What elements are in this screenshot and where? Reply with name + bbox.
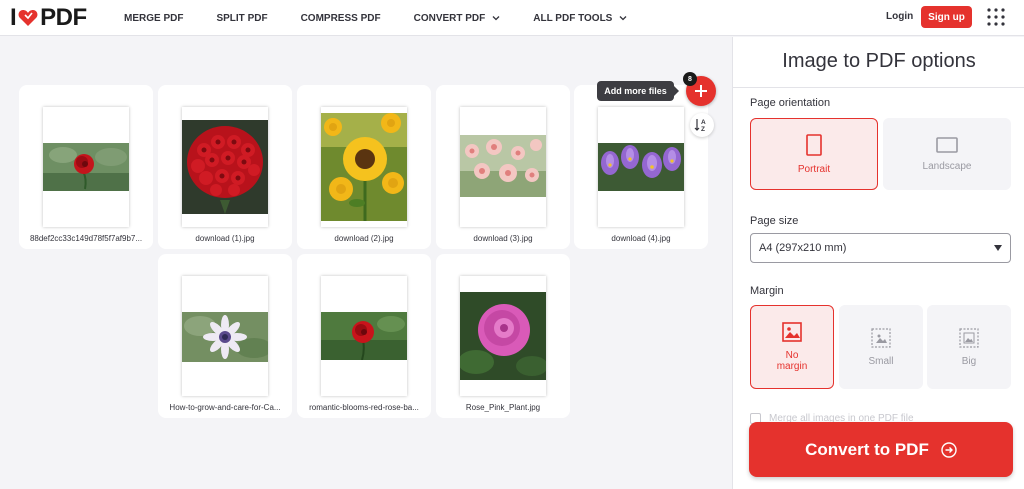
page-preview [321, 107, 407, 227]
sort-az-icon: A Z [694, 119, 706, 133]
heart-icon [18, 10, 38, 26]
file-card[interactable]: How-to-grow-and-care-for-Ca... [158, 254, 292, 418]
plus-icon [695, 85, 707, 97]
sidebar-divider [733, 87, 1024, 88]
orientation-landscape-option[interactable]: Landscape [883, 118, 1011, 190]
caret-down-icon [994, 245, 1002, 251]
file-name: How-to-grow-and-care-for-Ca... [169, 403, 281, 412]
file-name: download (3).jpg [473, 234, 533, 243]
page-preview [598, 107, 684, 227]
arrow-right-circle-icon [941, 441, 957, 458]
margin-big-label: Big [961, 355, 977, 367]
chevron-down-icon [619, 16, 627, 21]
file-card[interactable]: download (4).jpg [574, 85, 708, 249]
image-no-margin-icon [782, 322, 802, 342]
file-card[interactable]: Rose_Pink_Plant.jpg [436, 254, 570, 418]
logo-text-i: I [10, 4, 17, 31]
margin-none-label-2: margin [776, 361, 808, 372]
file-card[interactable]: download (3).jpg [436, 85, 570, 249]
svg-text:Z: Z [701, 126, 705, 133]
main-nav: MERGE PDF SPLIT PDF COMPRESS PDF CONVERT… [124, 0, 660, 36]
file-name: romantic-blooms-red-rose-ba... [309, 403, 419, 412]
white-daisy-thumbnail [182, 312, 268, 362]
purple-crocus-thumbnail [598, 143, 684, 191]
page-preview [182, 107, 268, 227]
file-name: download (1).jpg [195, 234, 255, 243]
page-preview [460, 107, 546, 227]
signup-button[interactable]: Sign up [921, 6, 972, 28]
page-preview [182, 276, 268, 396]
margin-none-label-1: No [785, 350, 799, 361]
sort-az-button[interactable]: A Z [690, 113, 714, 137]
sunflowers-thumbnail [321, 113, 407, 221]
page-size-value: A4 (297x210 mm) [759, 242, 847, 254]
file-card[interactable]: download (2).jpg [297, 85, 431, 249]
file-card[interactable]: download (1).jpg [158, 85, 292, 249]
red-rose-thumbnail [321, 312, 407, 360]
nav-compress-pdf[interactable]: COMPRESS PDF [301, 13, 381, 24]
svg-text:A: A [701, 119, 706, 126]
image-big-margin-icon [959, 327, 979, 348]
nav-merge-pdf[interactable]: MERGE PDF [124, 13, 183, 24]
portrait-label: Portrait [797, 163, 831, 175]
margin-label: Margin [750, 285, 784, 297]
file-card[interactable]: 88def2cc33c149d78f5f7af9b7... [19, 85, 153, 249]
margin-small-label: Small [868, 355, 894, 367]
pink-flowers-thumbnail [460, 135, 546, 197]
page-size-label: Page size [750, 215, 799, 227]
landscape-label: Landscape [922, 160, 972, 172]
file-name: download (2).jpg [334, 234, 394, 243]
convert-to-pdf-button[interactable]: Convert to PDF [749, 422, 1013, 477]
margin-small-option[interactable]: Small [839, 305, 923, 389]
convert-button-label: Convert to PDF [805, 439, 929, 459]
rose-photo-thumbnail [43, 143, 129, 191]
page-preview [460, 276, 546, 396]
file-count-badge: 8 [683, 72, 697, 86]
add-more-files-tooltip: Add more files [597, 81, 679, 101]
margin-none-option[interactable]: No margin [750, 305, 834, 389]
file-workspace: 88def2cc33c149d78f5f7af9b7... download (… [0, 37, 732, 489]
portrait-icon [806, 133, 822, 156]
sidebar-title: Image to PDF options [782, 50, 976, 72]
nav-all-pdf-tools[interactable]: ALL PDF TOOLS [533, 13, 627, 24]
file-name: download (4).jpg [611, 234, 671, 243]
login-link[interactable]: Login [886, 11, 913, 22]
file-card[interactable]: romantic-blooms-red-rose-ba... [297, 254, 431, 418]
page-orientation-label: Page orientation [750, 97, 831, 109]
options-sidebar: Image to PDF options Page orientation Po… [732, 37, 1024, 489]
landscape-icon [936, 136, 958, 153]
page-preview [43, 107, 129, 227]
chevron-down-icon [492, 16, 500, 21]
file-name: 88def2cc33c149d78f5f7af9b7... [29, 234, 143, 243]
nav-split-pdf[interactable]: SPLIT PDF [216, 13, 267, 24]
top-navbar: I PDF MERGE PDF SPLIT PDF COMPRESS PDF C… [0, 0, 1024, 36]
rose-bouquet-thumbnail [182, 120, 268, 214]
margin-big-option[interactable]: Big [927, 305, 1011, 389]
logo-text-pdf: PDF [40, 4, 87, 31]
ilovepdf-logo[interactable]: I PDF [10, 4, 87, 31]
page-size-select[interactable]: A4 (297x210 mm) [750, 233, 1011, 263]
orientation-portrait-option[interactable]: Portrait [750, 118, 878, 190]
page-preview [321, 276, 407, 396]
pink-rose-thumbnail [460, 292, 546, 380]
nav-convert-pdf[interactable]: CONVERT PDF [414, 13, 501, 24]
file-name: Rose_Pink_Plant.jpg [465, 403, 541, 412]
apps-grid-icon[interactable] [987, 8, 1005, 26]
image-small-margin-icon [871, 327, 891, 348]
